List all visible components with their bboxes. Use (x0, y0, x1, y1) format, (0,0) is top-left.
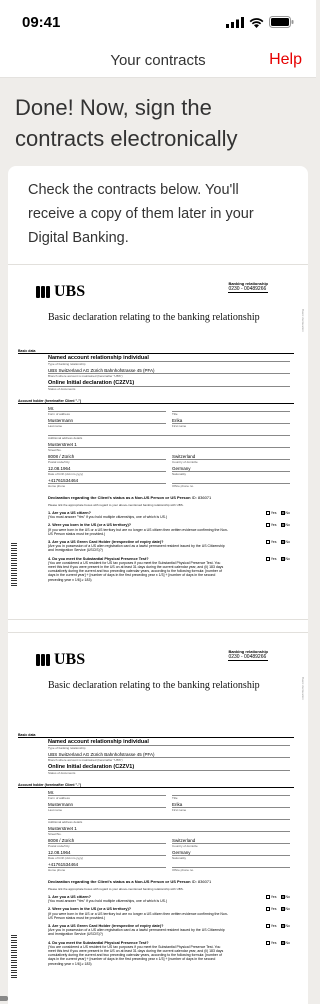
relationship-ref: Banking relationship 0230 - 00489266 (228, 649, 268, 661)
checkbox-no-checked (280, 540, 285, 545)
account-holder-block: Mr. Form of address Title Mustermann Last n… (48, 406, 290, 582)
help-link[interactable]: Help (269, 51, 302, 69)
question-4: 4. Do you meet the Substantial Physical … (48, 940, 290, 966)
relationship-ref: Banking relationship 0230 - 00489266 (228, 281, 268, 293)
checkbox-no-checked (280, 523, 285, 528)
ubs-logo: UBS (36, 283, 85, 301)
document-title: Basic declaration relating to the bankin… (48, 680, 260, 691)
contract-page[interactable]: UBS Banking relationship 0230 - 00489266… (8, 632, 308, 1004)
page-title: Done! Now, sign the contracts electronic… (15, 95, 238, 151)
section-account-holder: Account holder (hereinafter Client "-") (18, 399, 294, 404)
checkbox-no-checked (280, 511, 285, 516)
checkbox-yes (265, 895, 270, 900)
account-holder-block: Mr. Form of address Title Mustermann Last n… (48, 790, 290, 966)
scroll-handle[interactable] (0, 996, 8, 1001)
basic-data-block: Named account relationship individual Typ… (48, 354, 290, 392)
declaration-title: Declaration regarding the Client's statu… (48, 879, 212, 884)
system-icons (226, 16, 294, 28)
checkbox-yes (265, 540, 270, 545)
document-barcode (11, 543, 17, 587)
question-3: 3. Are you a US Green Card Holder (irres… (48, 924, 290, 937)
checkbox-no-checked (280, 924, 285, 929)
checkbox-yes (265, 511, 270, 516)
checkbox-no-checked (280, 907, 285, 912)
document-barcode (11, 935, 17, 979)
nav-title: Your contracts (110, 52, 206, 69)
question-1: 1. Are you a US citizen? (You must answer… (48, 511, 290, 520)
basic-data-block: Named account relationship individual Typ… (48, 738, 290, 776)
status-bar: 09:41 (0, 0, 316, 44)
declaration-title: Declaration regarding the Client's statu… (48, 495, 212, 500)
nav-bar: Your contracts Help (0, 44, 316, 78)
document-title: Basic declaration relating to the bankin… (48, 312, 260, 323)
checkbox-yes (265, 556, 270, 561)
wifi-icon (249, 17, 264, 28)
checkbox-yes (265, 940, 270, 945)
question-2: 2. Were you born in the US (or a US terr… (48, 523, 290, 536)
checkbox-yes (265, 907, 270, 912)
intro-text: Check the contracts below. You'll receiv… (28, 182, 254, 246)
margin-note: Basic declaration (301, 677, 305, 700)
question-4: 4. Do you meet the Substantial Physical … (48, 556, 290, 582)
keys-icon (36, 286, 50, 298)
contracts-card[interactable]: Check the contracts below. You'll receiv… (8, 166, 308, 1004)
question-2: 2. Were you born in the US (or a US terr… (48, 907, 290, 920)
section-account-holder: Account holder (hereinafter Client "-") (18, 783, 294, 788)
status-time: 09:41 (22, 13, 61, 31)
checkbox-no-checked (280, 940, 285, 945)
checkbox-no-checked (280, 895, 285, 900)
battery-icon (269, 16, 294, 28)
signal-icon (226, 16, 244, 28)
ubs-logo: UBS (36, 651, 85, 669)
keys-icon (36, 654, 50, 666)
question-3: 3. Are you a US Green Card Holder (irres… (48, 540, 290, 553)
checkbox-yes (265, 523, 270, 528)
checkbox-no-checked (280, 556, 285, 561)
checkbox-yes (265, 924, 270, 929)
margin-note: Basic declaration (301, 309, 305, 332)
question-1: 1. Are you a US citizen? (You must answer… (48, 895, 290, 904)
contract-page[interactable]: UBS Banking relationship 0230 - 00489266… (8, 264, 308, 620)
